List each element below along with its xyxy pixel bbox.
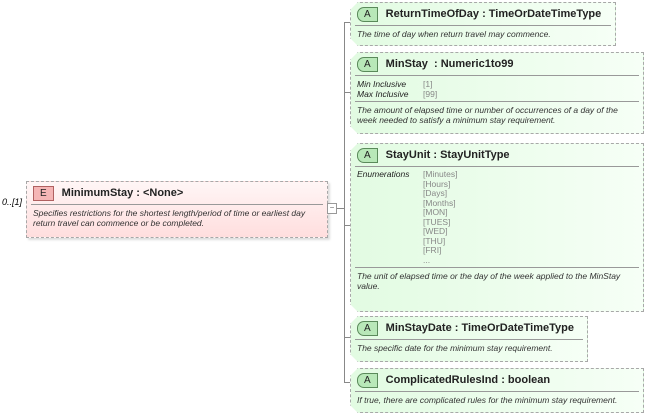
attribute-description: If true, there are complicated rules for…	[357, 395, 618, 405]
element-badge: E	[33, 185, 54, 201]
attribute-type: : boolean	[501, 374, 551, 386]
element-description: Specifies restrictions for the shortest …	[33, 208, 306, 228]
connector-trunk	[344, 22, 345, 382]
attribute-stay-unit[interactable]: A StayUnit : StayUnitType Enumerations [M…	[350, 143, 644, 312]
attribute-description: The unit of elapsed time or the day of t…	[357, 271, 621, 291]
enumerations-label: Enumerations	[357, 169, 410, 179]
attribute-name: ComplicatedRulesInd	[385, 374, 499, 386]
attribute-badge: A	[357, 148, 378, 163]
element-minimum-stay[interactable]: E MinimumStay : <None> Specifies restric…	[26, 181, 328, 238]
attribute-description: The amount of elapsed time or number of …	[357, 105, 618, 125]
attribute-min-stay-date[interactable]: A MinStayDate : TimeOrDateTimeType The sp…	[350, 316, 588, 362]
connector-root	[336, 208, 344, 209]
attribute-type: : TimeOrDateTimeType	[482, 8, 602, 20]
element-type: : <None>	[136, 187, 184, 199]
connector-5	[344, 382, 350, 383]
attribute-badge: A	[357, 57, 378, 72]
connector-2	[344, 92, 350, 93]
attribute-type: : Numeric1to99	[433, 58, 514, 70]
attribute-complicated-rules-ind[interactable]: A ComplicatedRulesInd : boolean If true, …	[350, 368, 644, 413]
facet-value: [99]	[423, 88, 438, 99]
attribute-type: : StayUnitType	[433, 149, 510, 161]
connector-1	[344, 22, 350, 23]
attribute-name: StayUnit	[385, 149, 431, 161]
collapse-button[interactable]: −	[327, 203, 337, 214]
cardinality: 0..[1]	[2, 197, 23, 207]
attribute-name: MinStayDate	[385, 322, 452, 334]
attribute-return-time-of-day[interactable]: A ReturnTimeOfDay : TimeOrDateTimeType Th…	[350, 2, 616, 46]
attribute-badge: A	[357, 7, 378, 22]
attribute-description: The time of day when return travel may c…	[357, 29, 551, 39]
attribute-name: ReturnTimeOfDay	[385, 8, 479, 20]
attribute-min-stay[interactable]: A MinStay : Numeric1to99 Min Inclusive [1]…	[350, 52, 644, 134]
element-name: MinimumStay	[61, 187, 134, 199]
attribute-description: The specific date for the minimum stay r…	[357, 343, 553, 353]
enum-value: ...	[423, 254, 431, 265]
attribute-badge: A	[357, 321, 378, 336]
attribute-type: : TimeOrDateTimeType	[454, 322, 574, 334]
collapse-icon: −	[329, 203, 335, 212]
connector-4	[344, 337, 350, 338]
facet-key: Max Inclusive	[357, 88, 409, 99]
attribute-name: MinStay	[385, 58, 428, 70]
connector-3	[344, 225, 350, 226]
enumeration-list: [Minutes] [Hours] [Days] [Months] [MON] …	[423, 170, 458, 265]
attribute-badge: A	[357, 373, 378, 388]
